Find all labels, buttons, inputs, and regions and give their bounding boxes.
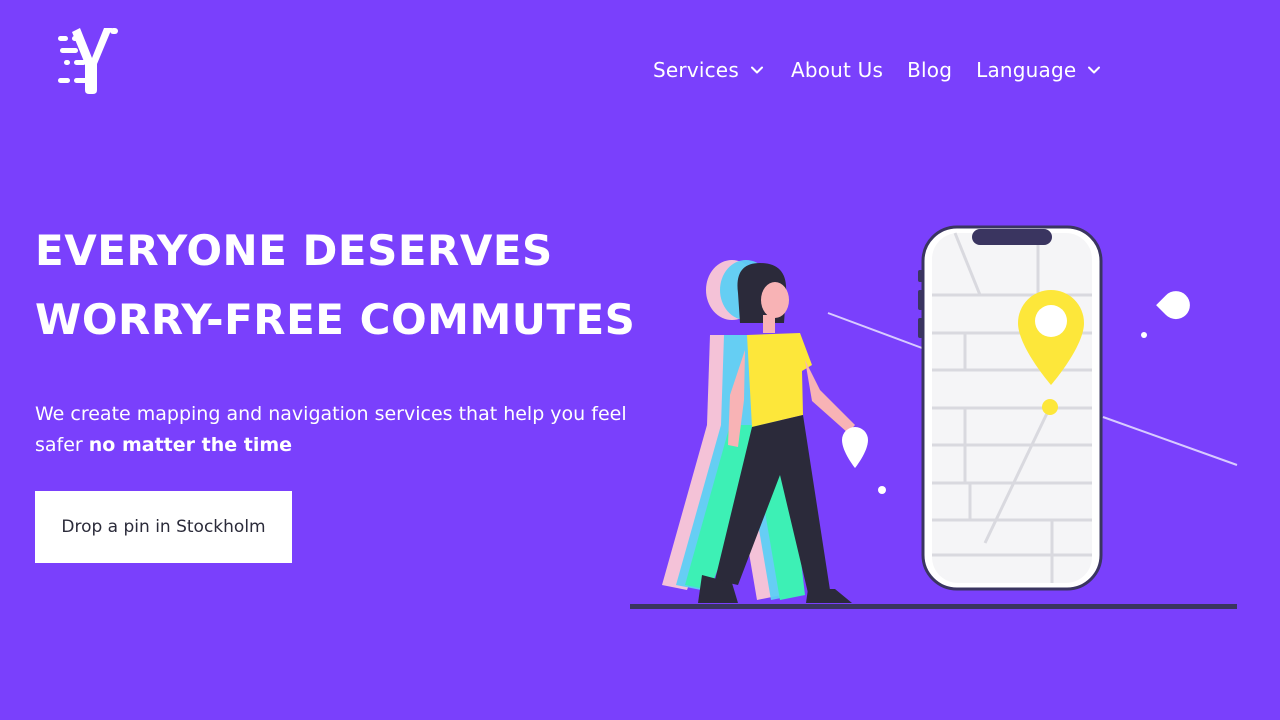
nav-language[interactable]: Language [976,58,1102,82]
hero-subtitle: We create mapping and navigation service… [35,399,635,461]
hero-title-line-2: WORRY-FREE COMMUTES [35,295,636,344]
woman-walking-with-phone-illustration [630,225,1238,609]
map-route-line [1102,416,1238,466]
ground-line [630,604,1237,609]
drop-pin-button[interactable]: Drop a pin in Stockholm [35,491,292,563]
nav-services[interactable]: Services [653,58,765,82]
map-pin-icon [1141,291,1190,338]
nav-language-label: Language [976,58,1077,82]
chevron-down-icon [750,66,763,74]
hero-title-line-1: EVERYONE DESERVES [35,226,553,275]
hero-title: EVERYONE DESERVES WORRY-FREE COMMUTES [35,216,635,354]
phone-icon [918,225,1103,591]
hero-subtitle-emphasis: no matter the time [88,434,293,456]
nav-about-us-label: About Us [790,58,884,82]
chevron-down-icon [1088,66,1101,74]
nav-about-us[interactable]: About Us [791,58,883,82]
main-nav: Services About Us Blog Language [653,52,1102,88]
nav-blog-label: Blog [907,58,953,82]
logo-icon[interactable] [56,24,128,96]
nav-blog[interactable]: Blog [907,58,952,82]
nav-services-label: Services [653,58,739,82]
map-route-line [827,312,923,349]
landing-page: Services About Us Blog Language EVERYONE… [0,0,1280,720]
